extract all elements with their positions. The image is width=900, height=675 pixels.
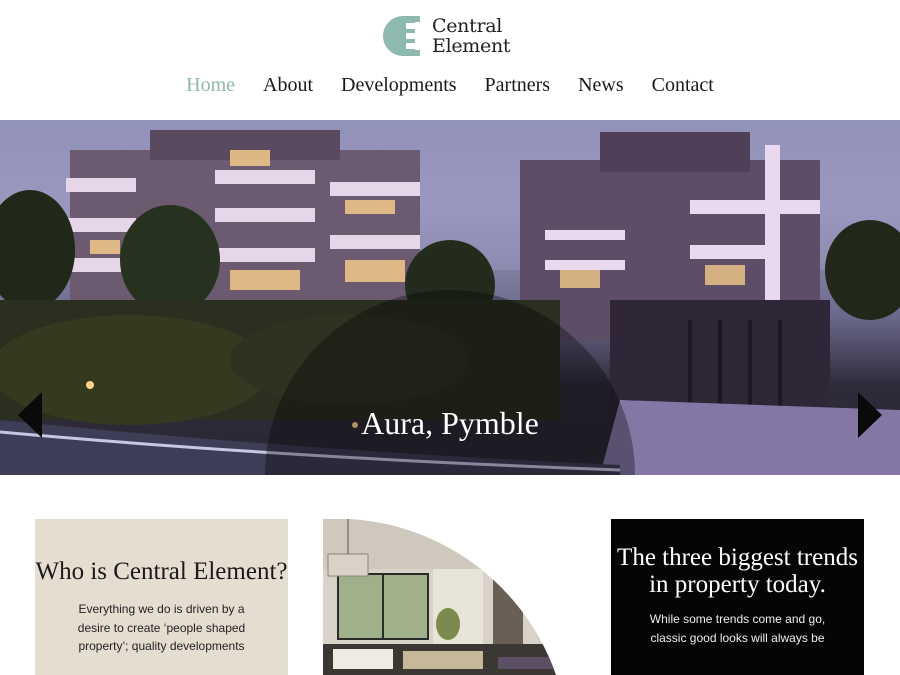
about-card-body: Everything we do is driven by a desire t… xyxy=(77,602,246,653)
main-nav: Home About Developments Partners News Co… xyxy=(0,74,900,97)
nav-news[interactable]: News xyxy=(578,74,624,97)
about-card[interactable]: Who is Central Element? Everything we do… xyxy=(35,519,288,675)
news-card[interactable]: The three biggest trends in property tod… xyxy=(611,519,864,675)
brand-name-line1: Central xyxy=(432,15,503,37)
nav-contact[interactable]: Contact xyxy=(652,74,714,97)
brand-name-line2: Element xyxy=(432,35,511,57)
brand-name: Central Element xyxy=(432,15,511,57)
logo-mark-icon xyxy=(382,15,424,57)
nav-home[interactable]: Home xyxy=(186,74,235,97)
interior-image-card[interactable] xyxy=(323,519,573,675)
nav-partners[interactable]: Partners xyxy=(485,74,551,97)
nav-about[interactable]: About xyxy=(263,74,313,97)
about-card-title: Who is Central Element? xyxy=(35,558,288,585)
hero-caption: Aura, Pymble xyxy=(361,405,539,441)
news-card-body: While some trends come and go, classic g… xyxy=(649,612,826,645)
nav-developments[interactable]: Developments xyxy=(341,74,457,97)
interior-image xyxy=(323,519,556,675)
brand-logo[interactable]: Central Element xyxy=(382,12,522,60)
news-card-title: The three biggest trends in property tod… xyxy=(617,544,858,598)
